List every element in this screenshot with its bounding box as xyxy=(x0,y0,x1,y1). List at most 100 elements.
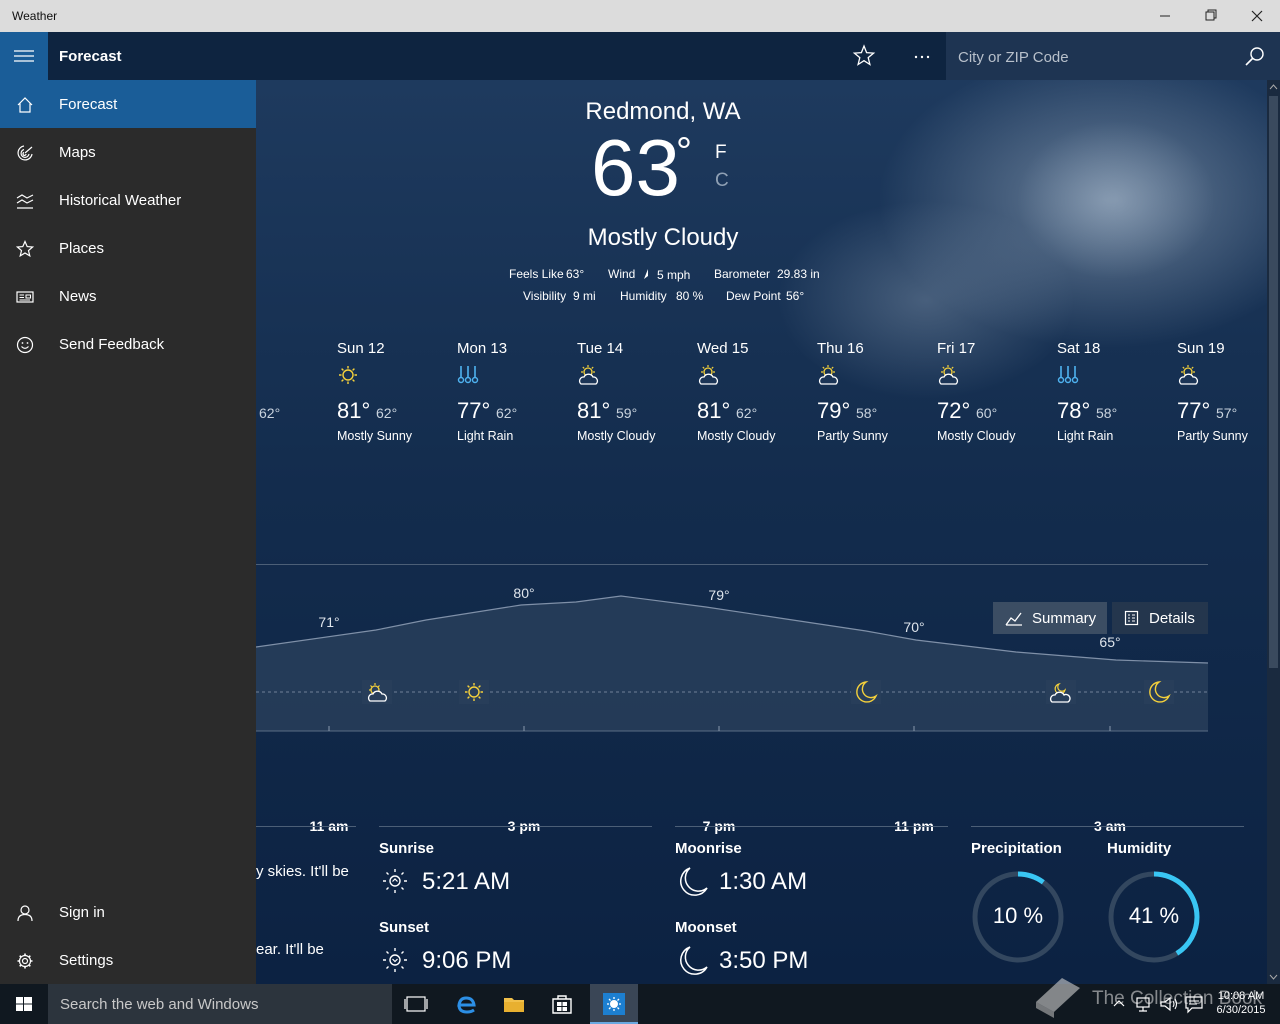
day-condition: Partly Sunny xyxy=(817,429,888,443)
action-center-icon[interactable] xyxy=(1184,994,1204,1014)
clock-time: 10:08 AM xyxy=(1217,990,1265,1002)
wind-direction-icon xyxy=(644,269,648,279)
icon-bg xyxy=(851,680,881,704)
divider xyxy=(675,826,948,827)
precipitation-value: 10 % xyxy=(992,903,1044,928)
chevron-up-icon[interactable] xyxy=(1112,996,1126,1012)
current-temperature: 63 xyxy=(591,123,680,212)
day-condition: Light Rain xyxy=(457,429,514,443)
unit-fahrenheit-button[interactable]: F xyxy=(715,142,727,164)
day-name: Mon 13 xyxy=(457,340,508,357)
moonset-icon xyxy=(680,946,708,975)
clock-date: 6/30/2015 xyxy=(1216,1004,1266,1016)
store-button[interactable] xyxy=(542,984,582,1024)
humidity-detail-label: Humidity xyxy=(1107,840,1172,857)
daily-forecast: Sun 12 81° 62° Mostly Sunny Mon 13 77° 62° Ligh… xyxy=(256,340,1267,450)
sidebar-item-label: Places xyxy=(59,240,105,257)
hamburger-button[interactable] xyxy=(0,32,48,80)
chart-icon xyxy=(16,194,34,209)
search-icon[interactable] xyxy=(1244,46,1266,68)
precipitation-label: Precipitation xyxy=(971,840,1062,857)
close-button[interactable] xyxy=(1234,0,1280,32)
sidebar-item-settings[interactable]: Settings xyxy=(0,936,256,984)
sunrise-label: Sunrise xyxy=(379,840,435,857)
unit-celsius-button[interactable]: C xyxy=(715,170,729,192)
scroll-down-icon[interactable] xyxy=(1269,972,1278,981)
star-icon xyxy=(16,240,34,258)
barometer-label: Barometer xyxy=(714,267,771,281)
edge-button[interactable] xyxy=(446,984,486,1024)
day-low: 57° xyxy=(1216,405,1238,421)
minimize-icon xyxy=(1160,15,1170,17)
day-condition: Mostly Cloudy xyxy=(697,429,776,443)
daily-summary-text: y skies. It'll be xyxy=(256,863,349,880)
partly-cloudy-icon xyxy=(1179,365,1198,385)
barometer-value: 29.83 in xyxy=(777,267,820,281)
partly-cloudy-icon xyxy=(699,365,718,385)
day-high: 81° xyxy=(337,398,371,423)
day-low: 62° xyxy=(496,405,518,421)
search-input[interactable] xyxy=(958,47,1228,67)
sidebar-item-news[interactable]: News xyxy=(0,272,256,320)
hour-temp-label: 79° xyxy=(708,587,729,603)
sidebar-item-send-feedback[interactable]: Send Feedback xyxy=(0,320,256,368)
weather-app-icon xyxy=(603,993,625,1015)
temperature-area xyxy=(256,596,1208,731)
star-icon xyxy=(852,44,876,66)
sidebar-item-label: Settings xyxy=(59,952,114,969)
sunrise-icon xyxy=(383,869,407,893)
day-name: Sun 12 xyxy=(337,340,385,357)
sidebar-item-maps[interactable]: Maps xyxy=(0,128,256,176)
dew-point-value: 56° xyxy=(786,289,805,303)
system-clock[interactable]: 10:08 AM 6/30/2015 xyxy=(1208,989,1274,1017)
day-low: 58° xyxy=(856,405,878,421)
degree-symbol: ° xyxy=(676,130,692,174)
sunset-label: Sunset xyxy=(379,919,430,936)
day-name: Tue 14 xyxy=(577,340,624,357)
moonrise-label: Moonrise xyxy=(675,840,742,857)
more-button[interactable] xyxy=(906,40,938,72)
weather-app-button[interactable] xyxy=(590,984,638,1024)
file-explorer-button[interactable] xyxy=(494,984,534,1024)
task-view-icon xyxy=(404,996,428,1012)
start-button[interactable] xyxy=(0,984,48,1024)
sidebar-item-label: Forecast xyxy=(59,96,118,113)
sunset-time: 9:06 PM xyxy=(422,947,512,974)
scrollbar-thumb[interactable] xyxy=(1269,96,1278,668)
sidebar-item-sign-in[interactable]: Sign in xyxy=(0,888,256,936)
sidebar-item-historical-weather[interactable]: Historical Weather xyxy=(0,176,256,224)
humidity-value: 80 % xyxy=(676,289,704,303)
partly-cloudy-icon xyxy=(819,365,838,385)
divider xyxy=(379,826,652,827)
sidebar-item-label: Maps xyxy=(59,144,96,161)
feels-like-value: 63° xyxy=(566,267,585,281)
day-condition: Mostly Cloudy xyxy=(577,429,656,443)
scrollbar[interactable] xyxy=(1267,80,1280,984)
restore-button[interactable] xyxy=(1188,0,1234,32)
day-name: Wed 15 xyxy=(697,340,749,357)
sidebar-item-places[interactable]: Places xyxy=(0,224,256,272)
sidebar-item-forecast[interactable]: Forecast xyxy=(0,80,256,128)
minimize-button[interactable] xyxy=(1142,0,1188,32)
task-view-button[interactable] xyxy=(396,984,436,1024)
network-icon[interactable] xyxy=(1134,994,1154,1014)
scroll-up-icon[interactable] xyxy=(1269,82,1278,91)
volume-icon[interactable] xyxy=(1158,994,1180,1014)
day-condition: Mostly Sunny xyxy=(337,429,413,443)
day-high: 81° xyxy=(577,398,611,423)
taskbar-search[interactable]: Search the web and Windows xyxy=(48,984,392,1024)
window-title: Weather xyxy=(12,9,58,23)
moonset-label: Moonset xyxy=(675,919,737,936)
day-high: 72° xyxy=(937,398,971,423)
location-name: Redmond, WA xyxy=(585,98,741,125)
edge-icon xyxy=(457,996,476,1014)
sunset-icon xyxy=(383,948,407,972)
home-icon xyxy=(17,97,33,113)
favorite-button[interactable] xyxy=(848,40,880,72)
day-name: Thu 16 xyxy=(817,340,864,357)
forecast-panel: Redmond, WA 63 ° F C Mostly Cloudy Feels… xyxy=(256,80,1267,984)
day-name: Sun 19 xyxy=(1177,340,1225,357)
restore-icon xyxy=(1205,9,1217,21)
visibility-label: Visibility xyxy=(523,289,567,303)
day-low: 58° xyxy=(1096,405,1118,421)
